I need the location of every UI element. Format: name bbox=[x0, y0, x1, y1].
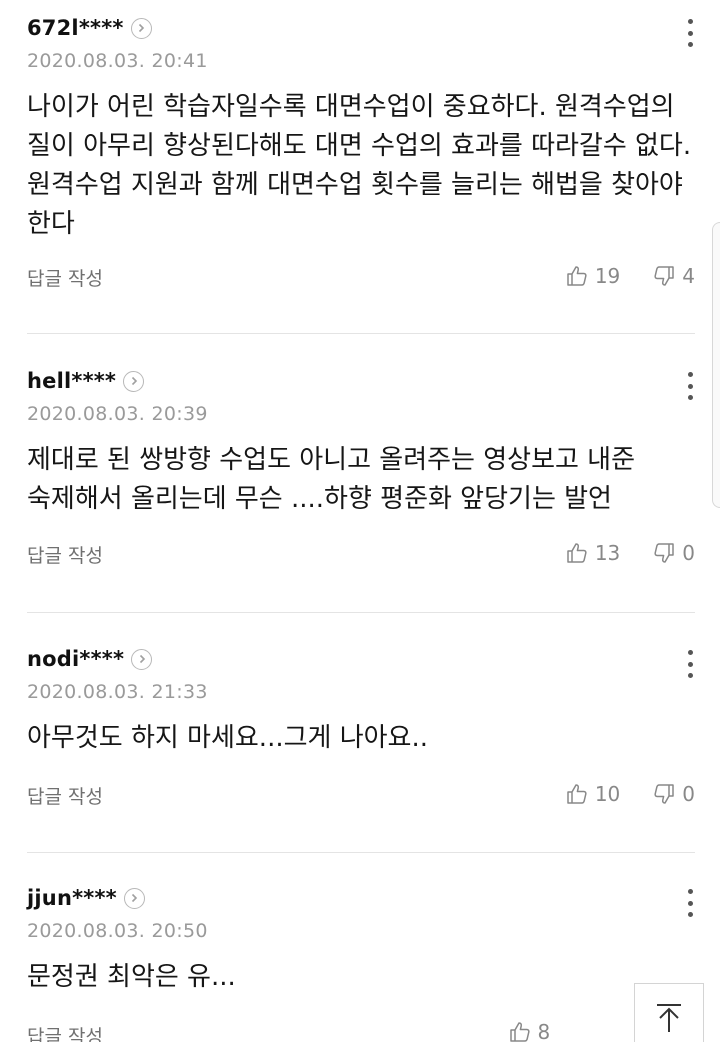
comment-item: hell**** 2020.08.03. 20:39 제대로 된 쌍방향 수업도… bbox=[0, 365, 720, 595]
like-button[interactable]: 13 bbox=[565, 541, 620, 565]
author-row[interactable]: jjun**** bbox=[27, 882, 145, 914]
comment-item: nodi**** 2020.08.03. 21:33 아무것도 하지 마세요..… bbox=[0, 643, 720, 833]
thumbs-up-icon bbox=[567, 784, 587, 804]
author-name[interactable]: 672l**** bbox=[27, 16, 124, 40]
chevron-right-circle-icon[interactable] bbox=[123, 887, 145, 909]
scrollbar[interactable] bbox=[712, 222, 720, 508]
comment-text: 나이가 어린 학습자일수록 대면수업이 중요하다. 원격수업의 질이 아무리 향… bbox=[27, 92, 692, 239]
arrow-up-to-top-icon bbox=[657, 1004, 681, 1032]
thumbs-down-icon bbox=[654, 543, 675, 563]
dislike-count: 0 bbox=[682, 541, 695, 565]
divider bbox=[27, 612, 695, 613]
more-vertical-icon[interactable] bbox=[682, 886, 698, 920]
more-vertical-icon[interactable] bbox=[682, 647, 698, 681]
author-name[interactable]: jjun**** bbox=[27, 886, 117, 910]
author-row[interactable]: 672l**** bbox=[27, 12, 152, 44]
more-vertical-icon[interactable] bbox=[682, 16, 698, 50]
chevron-right-circle-icon[interactable] bbox=[123, 370, 145, 392]
reply-button[interactable]: 답글 작성 bbox=[27, 264, 103, 291]
dislike-count: 4 bbox=[682, 264, 695, 288]
author-row[interactable]: nodi**** bbox=[27, 643, 153, 675]
scroll-to-top-button[interactable] bbox=[634, 983, 704, 1042]
vote-group: 19 4 bbox=[565, 264, 695, 288]
dislike-button[interactable]: 0 bbox=[652, 782, 695, 806]
dislike-button[interactable]: 4 bbox=[652, 264, 695, 288]
chevron-right-circle-icon[interactable] bbox=[131, 648, 153, 670]
dislike-count: 0 bbox=[682, 782, 695, 806]
divider bbox=[27, 852, 695, 853]
vote-group: 8 0 bbox=[508, 1020, 625, 1042]
thumbs-up-icon bbox=[509, 1022, 530, 1042]
like-button[interactable]: 10 bbox=[565, 782, 620, 806]
comment-date: 2020.08.03. 20:39 bbox=[27, 403, 208, 425]
reply-button[interactable]: 답글 작성 bbox=[27, 1022, 103, 1042]
like-count: 10 bbox=[594, 782, 621, 806]
author-name[interactable]: nodi**** bbox=[27, 647, 124, 671]
comment-text: 제대로 된 쌍방향 수업도 아니고 올려주는 영상보고 내준 숙제해서 올리는데… bbox=[27, 445, 636, 514]
author-name[interactable]: hell**** bbox=[27, 369, 116, 393]
more-vertical-icon[interactable] bbox=[682, 369, 698, 403]
comment-date: 2020.08.03. 20:50 bbox=[27, 920, 208, 942]
like-count: 13 bbox=[594, 541, 621, 565]
like-count: 19 bbox=[594, 264, 621, 288]
comment-text: 아무것도 하지 마세요...그게 나아요.. bbox=[27, 723, 428, 753]
vote-group: 10 0 bbox=[565, 782, 695, 806]
comment-list: 672l**** 2020.08.03. 20:41 나이가 어린 학습자일수록… bbox=[0, 0, 720, 1042]
thumbs-down-icon bbox=[654, 784, 675, 804]
dislike-button[interactable]: 0 bbox=[652, 541, 695, 565]
like-button[interactable]: 19 bbox=[565, 264, 620, 288]
comment-item: 672l**** 2020.08.03. 20:41 나이가 어린 학습자일수록… bbox=[0, 12, 720, 322]
chevron-right-circle-icon[interactable] bbox=[130, 17, 152, 39]
reply-button[interactable]: 답글 작성 bbox=[27, 782, 103, 809]
comment-item: jjun**** 2020.08.03. 20:50 문정권 최악은 유... … bbox=[0, 882, 720, 1042]
vote-group: 13 0 bbox=[565, 541, 695, 565]
like-count: 8 bbox=[537, 1020, 551, 1042]
comment-text: 문정권 최악은 유... bbox=[27, 962, 236, 992]
thumbs-down-icon bbox=[654, 266, 675, 286]
comment-date: 2020.08.03. 21:33 bbox=[27, 681, 208, 703]
thumbs-up-icon bbox=[567, 543, 587, 563]
author-row[interactable]: hell**** bbox=[27, 365, 145, 397]
comment-date: 2020.08.03. 20:41 bbox=[27, 50, 208, 72]
thumbs-up-icon bbox=[567, 266, 587, 286]
divider bbox=[27, 333, 695, 334]
like-button[interactable]: 8 bbox=[508, 1020, 551, 1042]
reply-button[interactable]: 답글 작성 bbox=[27, 541, 103, 568]
